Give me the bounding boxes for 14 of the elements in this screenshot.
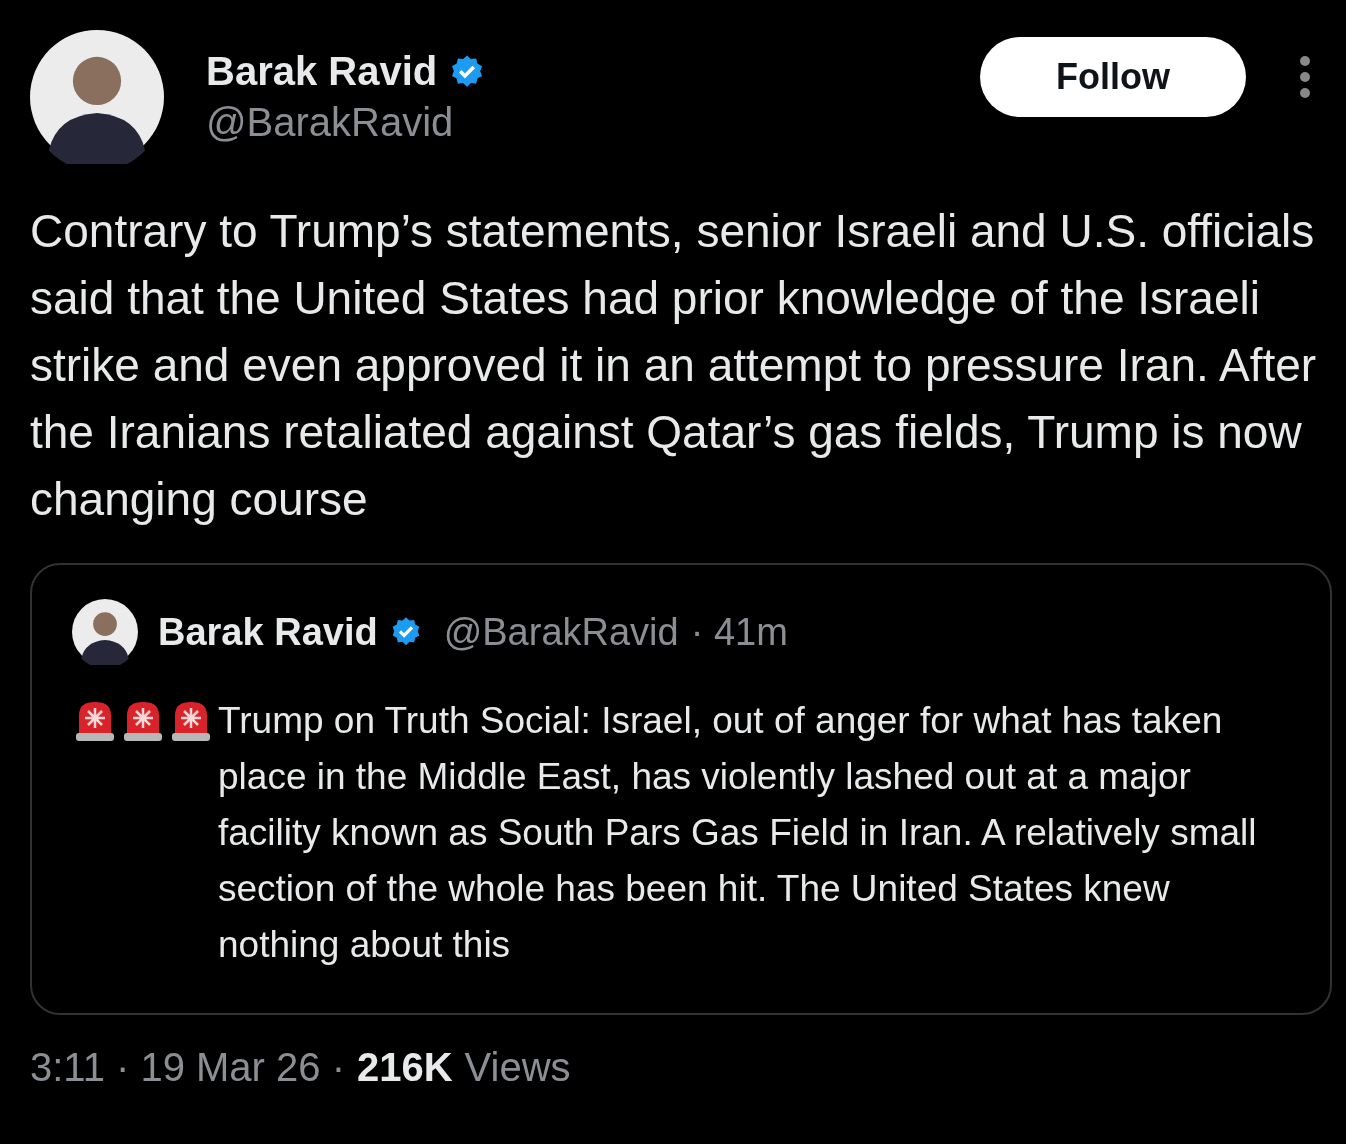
quoted-author-handle: @BarakRavid xyxy=(443,610,679,654)
views-count: 216K xyxy=(356,1045,453,1090)
quoted-author-name: Barak Ravid xyxy=(158,610,378,654)
views-label: Views xyxy=(464,1045,571,1090)
post-time: · 41m xyxy=(690,610,788,654)
quoted-post-text: Trump on Truth Social: Israel, out of anger for what has taken place in the Middle East, has violently lashed out at a major facility known as South Pars Gas Field in Iran. A relatively small section of the whole has been hit. The United States knew nothing about this xyxy=(218,699,1258,967)
post-timestamp: 3:11 · 19 Mar 26 · xyxy=(30,1045,345,1090)
author-handle: @BarakRavid xyxy=(206,100,455,145)
post-text: Contrary to Trump’s statements, senior Israeli and U.S. officials said that the United States had prior knowledge of the Israeli strike and even approved it in an attempt to pressure Iran. After the Iranians retaliated against Qatar’s gas fields, Trump is now changing course xyxy=(30,204,1318,527)
follow-button[interactable]: Follow xyxy=(980,37,1246,117)
more-options-icon[interactable] xyxy=(1298,55,1312,99)
avatar xyxy=(72,599,138,665)
quoted-post-card[interactable] xyxy=(30,563,1332,1015)
author-name: Barak Ravid xyxy=(206,49,438,94)
